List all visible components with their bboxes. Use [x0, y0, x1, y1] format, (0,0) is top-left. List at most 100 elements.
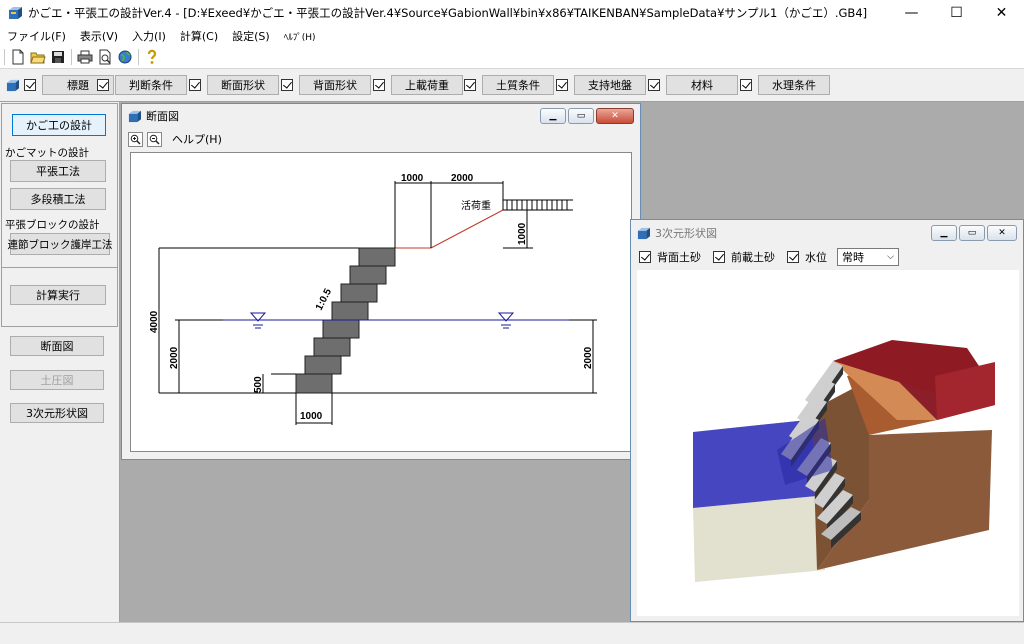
- gabion-block: [358, 247, 396, 267]
- gabion-block: [331, 301, 369, 321]
- step-judgment-button[interactable]: 判断条件: [115, 75, 187, 95]
- close-button[interactable]: ✕: [987, 225, 1017, 241]
- gabion-block: [313, 337, 351, 357]
- menu-bar: ファイル(F) 表示(V) 入力(I) 計算(C) 設定(S) ﾍﾙﾌﾟ(H): [0, 26, 1024, 46]
- step-judgment-checkbox[interactable]: [97, 79, 109, 91]
- block-section-label: 平張ブロックの設計: [5, 219, 100, 231]
- gabion-design-button[interactable]: かご工の設計: [12, 114, 106, 136]
- restore-button[interactable]: ▭: [959, 225, 985, 241]
- condition-select[interactable]: 常時 ⌵: [837, 248, 899, 266]
- backfill-slope: [430, 209, 504, 249]
- live-load-hatch: [503, 199, 573, 210]
- flat-method-button[interactable]: 平張工法: [10, 160, 106, 182]
- help-menu[interactable]: ヘルプ(H): [172, 131, 222, 147]
- menu-file[interactable]: ファイル(F): [0, 28, 73, 44]
- step-soil-checkbox[interactable]: [464, 79, 476, 91]
- step-section-shape-checkbox[interactable]: [189, 79, 201, 91]
- step-foundation: 支持地盤: [556, 75, 646, 95]
- gabion-block: [322, 319, 360, 339]
- backfill-checkbox[interactable]: [639, 251, 651, 263]
- water-level-label: 水位: [805, 251, 827, 264]
- menu-settings[interactable]: 設定(S): [225, 28, 277, 44]
- view-3d-window: 3次元形状図 ▁ ▭ ✕ 背面土砂 前載土砂 水位 常時 ⌵: [630, 219, 1024, 622]
- view-3d-window-titlebar[interactable]: 3次元形状図 ▁ ▭ ✕: [631, 220, 1023, 246]
- gabion-block: [340, 283, 378, 303]
- app-icon: [637, 227, 650, 239]
- step-back-shape-checkbox[interactable]: [281, 79, 293, 91]
- step-foundation-button[interactable]: 支持地盤: [574, 75, 646, 95]
- close-button[interactable]: ✕: [596, 108, 634, 124]
- print-icon[interactable]: [75, 47, 95, 67]
- step-hydraulic-checkbox[interactable]: [740, 79, 752, 91]
- water-level-checkbox[interactable]: [787, 251, 799, 263]
- dim-left-water: 2000: [169, 346, 180, 369]
- step-surcharge: 上載荷重: [373, 75, 463, 95]
- view-3d-window-title: 3次元形状図: [655, 227, 717, 240]
- zoom-in-icon[interactable]: [128, 131, 143, 147]
- step-back-shape-button[interactable]: 背面形状: [299, 75, 371, 95]
- section-view-button[interactable]: 断面図: [10, 336, 104, 356]
- gabion-block: [304, 355, 342, 375]
- multi-stage-method-button[interactable]: 多段積工法: [10, 188, 106, 210]
- minimize-button[interactable]: ▁: [540, 108, 566, 124]
- step-material-checkbox[interactable]: [648, 79, 660, 91]
- menu-calc[interactable]: 計算(C): [173, 28, 225, 44]
- gabion-block: [349, 265, 387, 285]
- new-file-icon[interactable]: [8, 47, 28, 67]
- step-surcharge-checkbox[interactable]: [373, 79, 385, 91]
- chevron-down-icon: ⌵: [887, 252, 894, 262]
- open-folder-icon[interactable]: [28, 47, 48, 67]
- menu-input[interactable]: 入力(I): [125, 28, 173, 44]
- dim-base-height: 500: [253, 376, 264, 393]
- section-window-titlebar[interactable]: 断面図 ▁ ▭ ✕: [122, 104, 640, 128]
- step-foundation-checkbox[interactable]: [556, 79, 568, 91]
- left-panel: かご工の設計 かごマットの設計 平張工法 多段積工法 平張ブロックの設計 連節ブ…: [0, 102, 120, 644]
- menu-view[interactable]: 表示(V): [73, 28, 125, 44]
- step-judgment: 判断条件: [97, 75, 187, 95]
- zoom-out-icon[interactable]: [147, 131, 162, 147]
- block-revetment-button[interactable]: 連節ブロック護岸工法: [8, 233, 113, 255]
- run-calculation-button[interactable]: 計算実行: [10, 285, 106, 305]
- menu-help[interactable]: ﾍﾙﾌﾟ(H): [277, 30, 323, 43]
- earth-pressure-view-button[interactable]: 土圧図: [10, 370, 104, 390]
- section-drawing: 活荷重 1000 2000 1000 4000 2000 500 2000 10…: [149, 173, 597, 425]
- window-title: かごエ・平張工の設計Ver.4 - [D:¥Exeed¥かごエ・平張工の設計Ve…: [28, 6, 868, 20]
- view-3d-options: 背面土砂 前載土砂 水位 常時 ⌵: [631, 246, 1023, 268]
- view-3d-canvas: [637, 270, 1019, 616]
- slope-label: 1:0.5: [314, 287, 334, 313]
- minimize-button[interactable]: —: [889, 0, 934, 26]
- status-bar: [0, 622, 1024, 644]
- section-window-toolbar: ヘルプ(H): [122, 128, 640, 150]
- minimize-button[interactable]: ▁: [931, 225, 957, 241]
- maximize-button[interactable]: ☐: [934, 0, 979, 26]
- app-icon: [128, 110, 141, 122]
- restore-button[interactable]: ▭: [568, 108, 594, 124]
- input-step-bar: 標題 判断条件 断面形状 背面形状 上載荷重 土質条件 支持地盤 材料 水理条件: [0, 68, 1024, 102]
- globe-icon[interactable]: [115, 47, 135, 67]
- step-hydraulic-button[interactable]: 水理条件: [758, 75, 830, 95]
- app-icon: [9, 7, 22, 19]
- step-hydraulic: 水理条件: [740, 75, 830, 95]
- divider: [2, 267, 118, 268]
- step-title-checkbox[interactable]: [24, 79, 36, 91]
- dim-right-water: 2000: [583, 346, 594, 369]
- step-soil-button[interactable]: 土質条件: [482, 75, 554, 95]
- print-preview-icon[interactable]: [95, 47, 115, 67]
- step-back-shape: 背面形状: [281, 75, 371, 95]
- view-3d-button[interactable]: 3次元形状図: [10, 403, 104, 423]
- step-section-shape-button[interactable]: 断面形状: [207, 75, 279, 95]
- step-material-button[interactable]: 材料: [666, 75, 738, 95]
- step-surcharge-button[interactable]: 上載荷重: [391, 75, 463, 95]
- save-icon[interactable]: [48, 47, 68, 67]
- toolbar: [0, 46, 1024, 68]
- front-soil-checkbox[interactable]: [713, 251, 725, 263]
- section-window-title: 断面図: [146, 110, 179, 123]
- front-soil-label: 前載土砂: [731, 251, 775, 264]
- title-bar: かごエ・平張工の設計Ver.4 - [D:¥Exeed¥かごエ・平張工の設計Ve…: [0, 0, 1024, 26]
- 3d-model: [693, 340, 995, 582]
- close-button[interactable]: ✕: [979, 0, 1024, 26]
- app-icon: [6, 79, 19, 92]
- toolbar-separator: [71, 49, 72, 65]
- toolbar-grip: [4, 49, 5, 65]
- help-icon[interactable]: [142, 47, 162, 67]
